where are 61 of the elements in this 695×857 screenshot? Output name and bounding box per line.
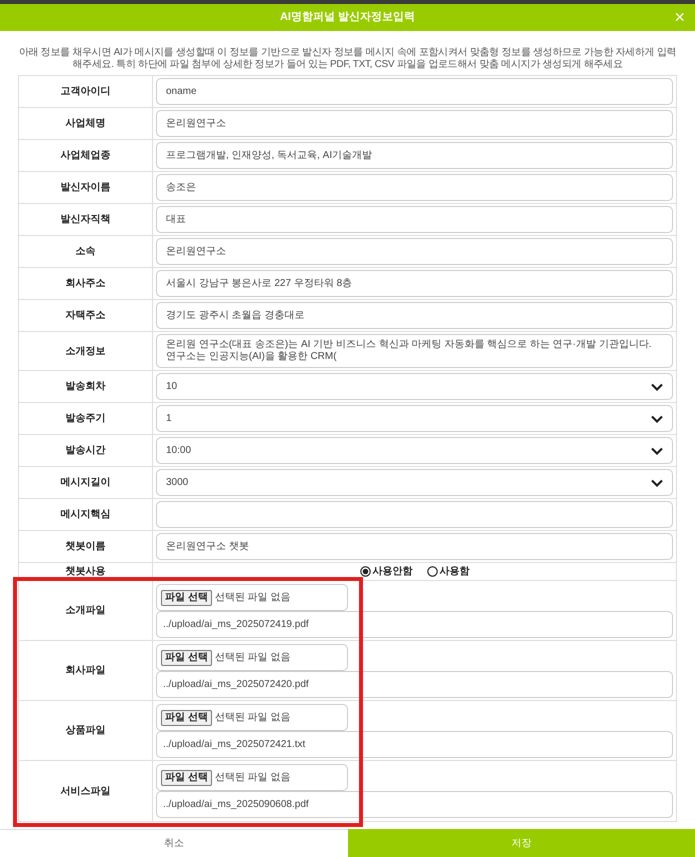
input-field[interactable]: 서울시 강남구 봉은사로 227 우정타워 8층 xyxy=(156,270,673,297)
input-field[interactable]: ../upload/ai_ms_2025072419.pdf xyxy=(156,611,673,638)
file-status: 선택된 파일 없음 xyxy=(214,591,290,605)
file-field[interactable]: 파일 선택 선택된 파일 없음 xyxy=(156,584,348,611)
field-label: 소속 xyxy=(76,245,96,259)
file-field[interactable]: 파일 선택 선택된 파일 없음 xyxy=(156,644,348,671)
radio-button[interactable] xyxy=(360,566,370,577)
input-field[interactable]: ../upload/ai_ms_2025072421.txt xyxy=(156,731,673,758)
field-label: 챗봇이름 xyxy=(66,540,106,554)
field-label: 서비스파일 xyxy=(60,784,110,798)
dialog-title: AI명함퍼널 발신자정보입력 xyxy=(280,10,416,26)
file-status: 선택된 파일 없음 xyxy=(214,711,290,725)
field-label: 발송회차 xyxy=(66,380,106,394)
field-label: 사업체업종 xyxy=(60,149,110,163)
field-label: 사업체명 xyxy=(66,117,106,131)
radio-button[interactable] xyxy=(426,566,438,577)
field-label: 회사주소 xyxy=(66,277,106,291)
dropdown[interactable]: 3000 xyxy=(156,469,673,496)
input-field[interactable]: 송조은 xyxy=(156,174,673,201)
dropdown[interactable]: 10:00 xyxy=(156,437,673,464)
file-field[interactable]: 파일 선택 선택된 파일 없음 xyxy=(156,704,348,731)
field-label: 소개파일 xyxy=(66,604,106,618)
field-label: 발송시간 xyxy=(66,444,106,458)
input-field[interactable]: ../upload/ai_ms_2025072420.pdf xyxy=(156,671,673,698)
input-field[interactable]: 온리원 연구소(대표 송조은)는 AI 기반 비즈니스 혁신과 마케팅 자동화를 핵심으로 하는 연구·개발 기관입니다. 연구소는 인공지능(AI)을 활용한 CRM( xyxy=(156,334,673,368)
field-label: 챗봇사용 xyxy=(66,566,106,578)
input-field[interactable]: 경기도 광주시 초월읍 경충대로 xyxy=(156,302,673,329)
field-label: 발송주기 xyxy=(66,412,106,426)
dropdown[interactable]: 1 xyxy=(156,405,673,432)
field-label: 자택주소 xyxy=(66,309,106,323)
input-field[interactable] xyxy=(156,501,673,528)
chevron-down-icon xyxy=(651,414,663,422)
file-status: 선택된 파일 없음 xyxy=(214,651,290,665)
field-label: 발신자이름 xyxy=(60,181,110,195)
chevron-down-icon xyxy=(651,478,663,486)
choose-file-button[interactable]: 파일 선택 xyxy=(161,770,212,786)
radio-label: 사용함 xyxy=(440,565,470,579)
input-field[interactable]: 대표 xyxy=(156,206,673,233)
field-label: 회사파일 xyxy=(66,664,106,678)
radio-label: 사용안함 xyxy=(372,565,412,579)
input-field[interactable]: 프로그램개발, 인재양성, 독서교육, AI기술개발 xyxy=(156,142,673,169)
choose-file-button[interactable]: 파일 선택 xyxy=(161,590,212,606)
file-status: 선택된 파일 없음 xyxy=(214,771,290,785)
intro-text: 아래 정보를 채우시면 AI가 메시지를 생성할때 이 정보를 기반으로 발신자 정보를 메시지 속에 포함시켜서 맞춤형 정보를 생성하므로 가능한 자세하게 입력해주세요. 특히 하단에 파일 첨부에 상세한 정보가 들어 있는 PDF, TXT, CSV 파일을 업로드해서 맞춤 메시지가 생성되게 해주세요 xyxy=(18,46,678,72)
dropdown[interactable]: 10 xyxy=(156,373,673,400)
field-label: 발신자직책 xyxy=(60,213,110,227)
input-field[interactable]: ../upload/ai_ms_2025090608.pdf xyxy=(156,791,673,818)
choose-file-button[interactable]: 파일 선택 xyxy=(161,650,212,666)
chevron-down-icon xyxy=(651,446,663,454)
field-label: 메시지핵심 xyxy=(60,508,110,522)
field-label: 고객아이디 xyxy=(60,85,110,99)
input-field[interactable]: oname xyxy=(156,78,673,105)
choose-file-button[interactable]: 파일 선택 xyxy=(161,710,212,726)
input-field[interactable]: 온리원연구소 챗봇 xyxy=(156,533,673,560)
field-label: 상품파일 xyxy=(66,724,106,738)
input-field[interactable]: 온리원연구소 xyxy=(156,110,673,137)
input-field[interactable]: 온리원연구소 xyxy=(156,238,673,265)
chevron-down-icon xyxy=(651,382,663,390)
file-field[interactable]: 파일 선택 선택된 파일 없음 xyxy=(156,764,348,791)
field-label: 메시지길이 xyxy=(60,476,110,490)
field-label: 소개정보 xyxy=(66,344,106,358)
